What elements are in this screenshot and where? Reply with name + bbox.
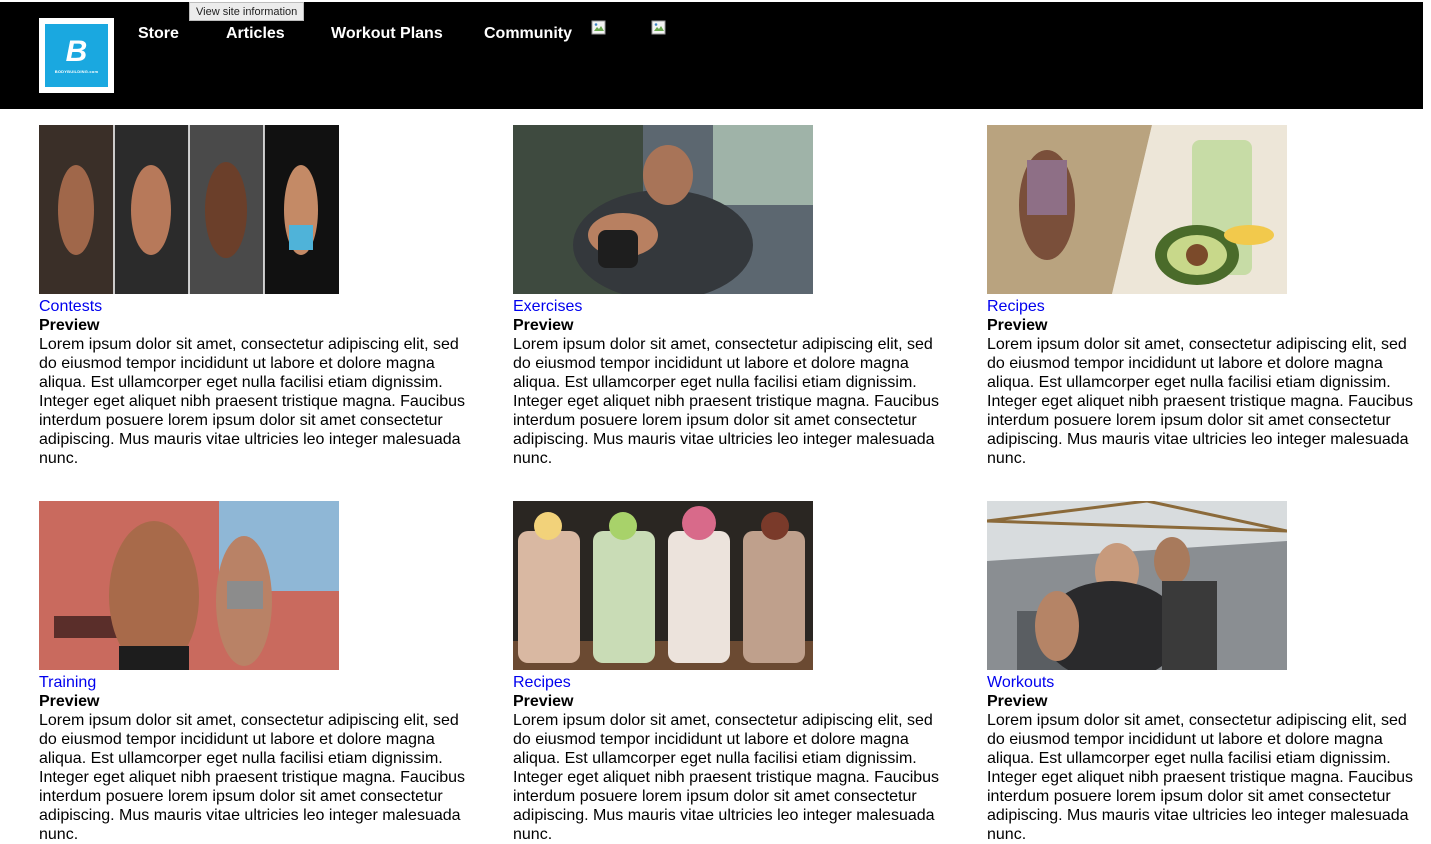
article-card: Exercises Preview Lorem ipsum dolor sit … bbox=[513, 125, 953, 468]
recipes-thumbnail[interactable] bbox=[987, 125, 1287, 294]
preview-heading: Preview bbox=[987, 693, 1048, 710]
preview-heading: Preview bbox=[39, 693, 100, 710]
logo-badge: B BODYBUILDING.com bbox=[45, 24, 108, 87]
nav-store-link[interactable]: Store bbox=[138, 24, 179, 44]
article-card: Recipes Preview Lorem ipsum dolor sit am… bbox=[513, 501, 953, 844]
category-link[interactable]: Recipes bbox=[987, 297, 1427, 316]
logo-text: BODYBUILDING.com bbox=[54, 69, 99, 74]
preview-text: Lorem ipsum dolor sit amet, consectetur … bbox=[513, 336, 940, 467]
preview-text: Lorem ipsum dolor sit amet, consectetur … bbox=[39, 336, 466, 467]
preview-heading: Preview bbox=[39, 317, 100, 334]
article-card: Recipes Preview Lorem ipsum dolor sit am… bbox=[987, 125, 1427, 468]
nav-community-link[interactable]: Community bbox=[484, 24, 572, 44]
category-link[interactable]: Workouts bbox=[987, 673, 1427, 692]
preview-text: Lorem ipsum dolor sit amet, consectetur … bbox=[39, 712, 466, 843]
nav-articles-link[interactable]: Articles bbox=[226, 24, 285, 44]
article-card: Contests Preview Lorem ipsum dolor sit a… bbox=[39, 125, 479, 468]
category-link[interactable]: Recipes bbox=[513, 673, 953, 692]
broken-image-icon[interactable] bbox=[651, 20, 667, 36]
nav-workout-plans-link[interactable]: Workout Plans bbox=[331, 24, 443, 44]
preview-text: Lorem ipsum dolor sit amet, consectetur … bbox=[987, 336, 1414, 467]
workouts-thumbnail[interactable] bbox=[987, 501, 1287, 670]
preview-heading: Preview bbox=[987, 317, 1048, 334]
logo-b-mark: B bbox=[65, 35, 88, 68]
preview-text: Lorem ipsum dolor sit amet, consectetur … bbox=[513, 712, 940, 843]
exercises-thumbnail[interactable] bbox=[513, 125, 813, 294]
category-link[interactable]: Contests bbox=[39, 297, 479, 316]
preview-text: Lorem ipsum dolor sit amet, consectetur … bbox=[987, 712, 1414, 843]
category-link[interactable]: Training bbox=[39, 673, 479, 692]
training-thumbnail[interactable] bbox=[39, 501, 339, 670]
contests-thumbnail[interactable] bbox=[39, 125, 339, 294]
shakes-thumbnail[interactable] bbox=[513, 501, 813, 670]
broken-image-icon[interactable] bbox=[591, 20, 607, 36]
site-logo[interactable]: B BODYBUILDING.com bbox=[39, 18, 114, 93]
preview-heading: Preview bbox=[513, 693, 574, 710]
site-info-tooltip: View site information bbox=[189, 2, 305, 21]
article-card: Workouts Preview Lorem ipsum dolor sit a… bbox=[987, 501, 1427, 844]
article-card: Training Preview Lorem ipsum dolor sit a… bbox=[39, 501, 479, 844]
category-link[interactable]: Exercises bbox=[513, 297, 953, 316]
preview-heading: Preview bbox=[513, 317, 574, 334]
